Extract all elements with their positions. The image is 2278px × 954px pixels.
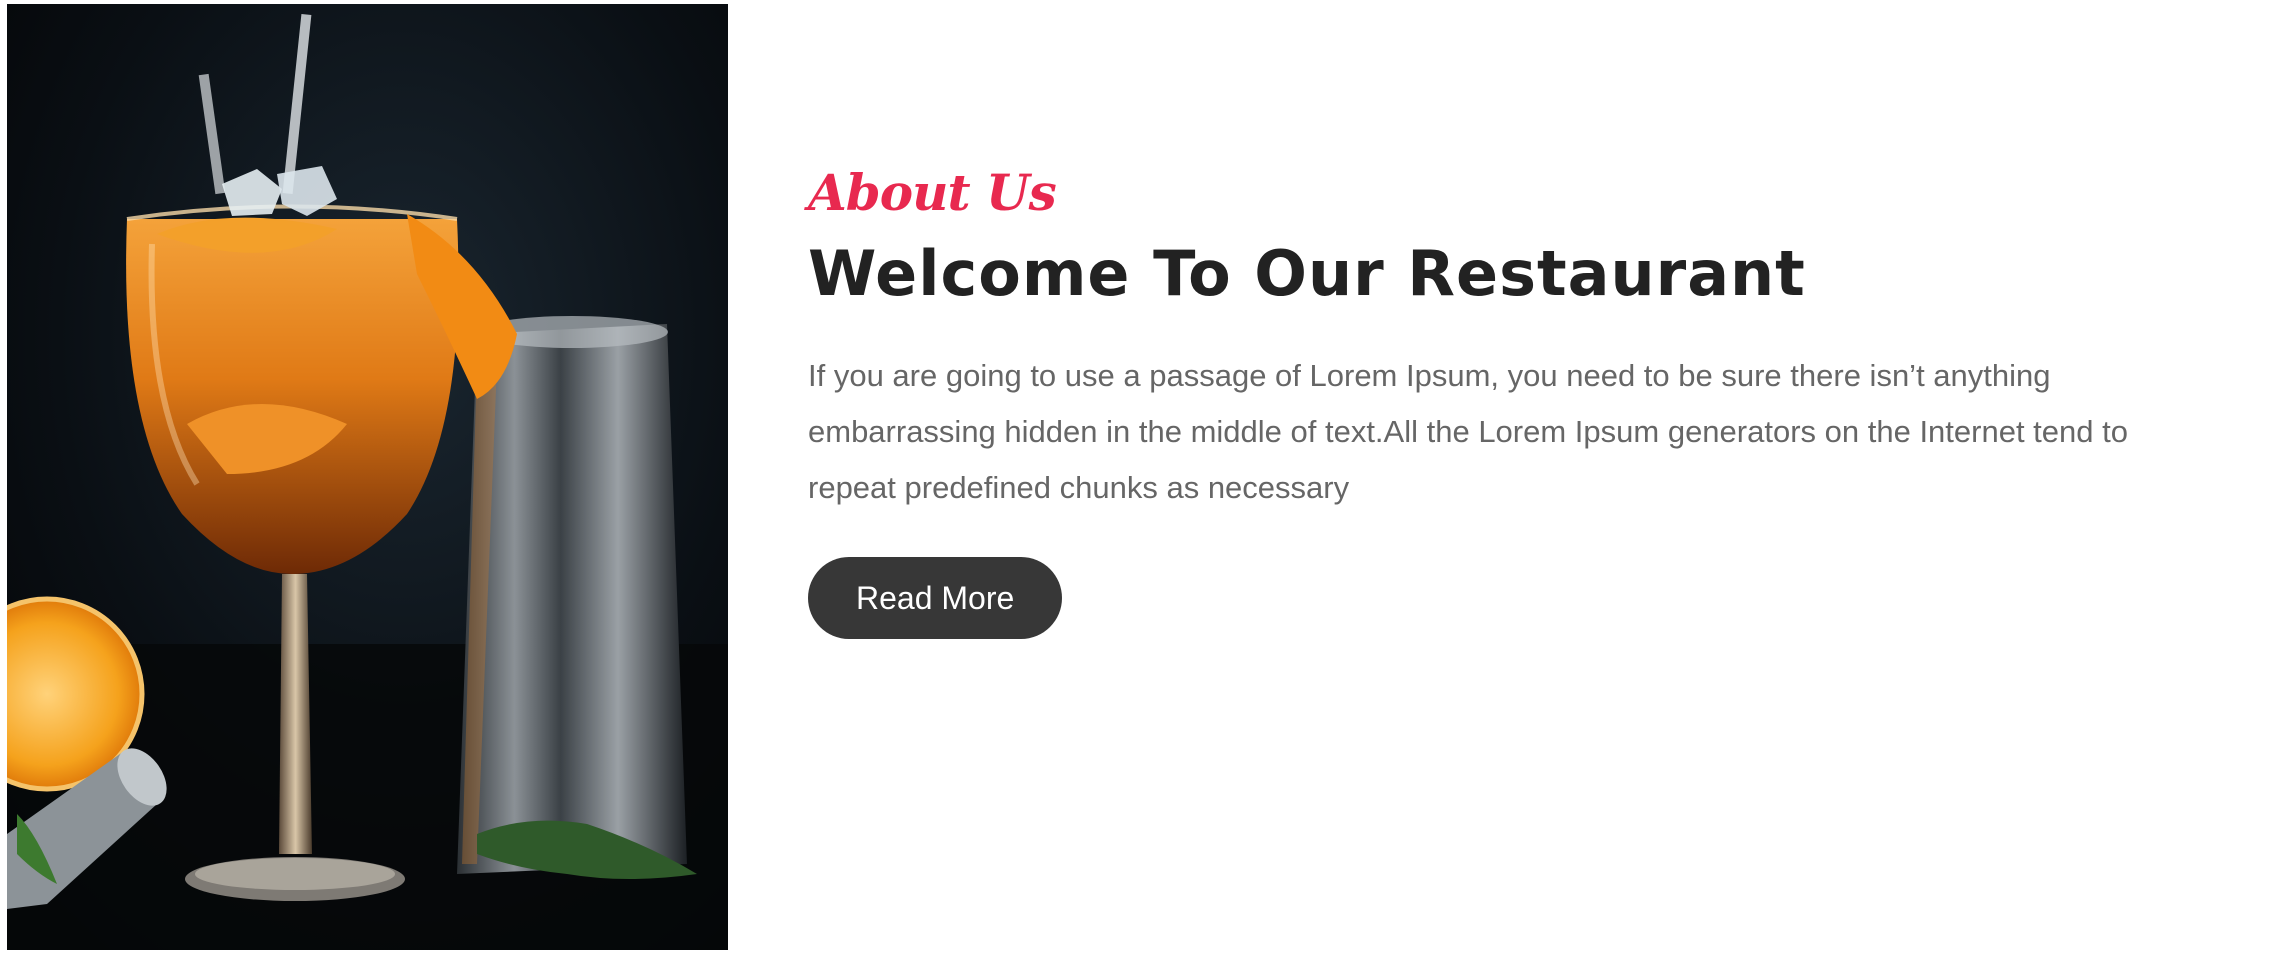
section-description: If you are going to use a passage of Lor… [808,358,2128,506]
read-more-button[interactable]: Read More [808,557,1063,640]
section-eyebrow: About Us [808,163,1057,222]
about-section: About Us Welcome To Our Restaurant If yo… [0,0,2278,954]
section-title: Welcome To Our Restaurant [808,237,1806,310]
cocktail-image [7,4,728,950]
about-content: About Us Welcome To Our Restaurant If yo… [808,163,2208,640]
